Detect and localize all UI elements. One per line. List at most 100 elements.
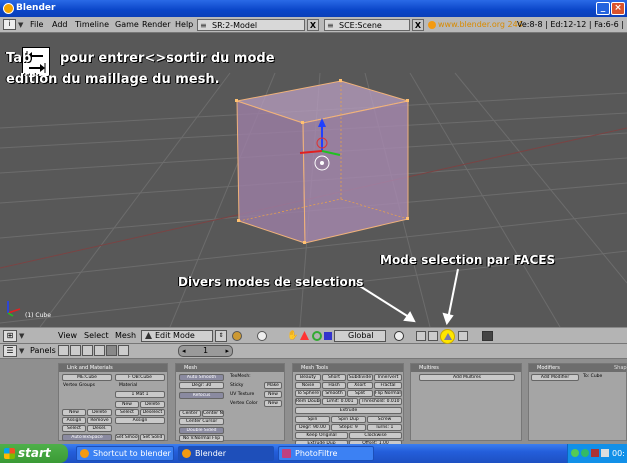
material-assign-button[interactable]: Assign (115, 417, 165, 424)
collapse-menu-icon[interactable]: ▼ (19, 344, 24, 358)
delete-scene-button[interactable]: X (412, 19, 424, 31)
auto-smooth-degr-field[interactable]: Degr: 30 (179, 382, 224, 389)
center-button[interactable]: Center (179, 410, 201, 417)
screw-button[interactable]: Screw (367, 416, 402, 423)
split-button[interactable]: Split (347, 390, 373, 397)
task-blender[interactable]: Blender (178, 446, 274, 461)
start-button[interactable]: start (0, 444, 68, 463)
short-toggle[interactable]: Short (322, 374, 346, 381)
clockwise-toggle[interactable]: Clockwise (349, 432, 402, 439)
set-smooth-button[interactable]: Set Smooth (115, 434, 139, 441)
hash-button[interactable]: Hash (322, 382, 346, 389)
auto-smooth-toggle[interactable]: Auto Smooth (179, 374, 224, 381)
menu-view[interactable]: View (58, 328, 77, 344)
spin-dup-button[interactable]: Spin Dup (331, 416, 366, 423)
add-modifier-button[interactable]: Add Modifier (531, 374, 579, 381)
keep-original-toggle[interactable]: Keep Original (295, 432, 348, 439)
tray-update-icon[interactable] (581, 449, 589, 457)
info-window-type-icon[interactable]: i (3, 19, 16, 30)
blender-version-link[interactable]: www.blender.org 244 (438, 17, 523, 32)
tray-network-icon[interactable] (571, 449, 579, 457)
mode-selector[interactable]: Edit Mode (141, 330, 213, 342)
menu-select[interactable]: Select (84, 328, 109, 344)
render-preview-icon[interactable] (482, 331, 493, 341)
vgroup-select-button[interactable]: Select (62, 425, 86, 432)
material-new-button[interactable]: New (115, 401, 139, 408)
pivot-icon[interactable] (257, 331, 267, 341)
menu-render[interactable]: Render (142, 17, 170, 32)
vertex-select-mode-icon[interactable] (416, 331, 426, 341)
scene-selector[interactable]: ≡ SCE:Scene (324, 19, 410, 31)
uv-texture-new-button[interactable]: New (264, 391, 282, 398)
draw-type-icon[interactable] (232, 331, 242, 341)
scene-context-icon[interactable] (118, 345, 129, 356)
sticky-make-button[interactable]: Make (264, 382, 282, 389)
vertex-color-new-button[interactable]: New (264, 400, 282, 407)
vgroup-assign-button[interactable]: Assign (62, 417, 86, 424)
beauty-toggle[interactable]: Beauty (295, 374, 321, 381)
turns-field[interactable]: Turns: 1 (367, 424, 402, 431)
delete-screen-button[interactable]: X (307, 19, 319, 31)
editing-context-icon[interactable] (106, 345, 117, 356)
center-new-button[interactable]: Center New (202, 410, 224, 417)
edge-select-mode-icon[interactable] (428, 331, 438, 341)
modifiers-tab[interactable]: Modifiers (537, 365, 560, 371)
manipulator-hand-icon[interactable]: ✋ (287, 331, 298, 341)
limit-field[interactable]: Limit: 0.001 (322, 398, 358, 405)
add-multires-button[interactable]: Add Multires (419, 374, 515, 381)
menu-mesh[interactable]: Mesh (115, 328, 136, 344)
vgroup-delete-button[interactable]: Delete (87, 409, 112, 416)
task-photofiltre[interactable]: PhotoFiltre (278, 446, 374, 461)
vgroup-remove-button[interactable]: Remove (87, 417, 112, 424)
refocus-button[interactable]: Refocus (179, 392, 224, 399)
panels-menu[interactable]: Panels (30, 344, 56, 358)
noise-button[interactable]: Noise (295, 382, 321, 389)
collapse-menu-icon[interactable]: ▼ (18, 17, 23, 32)
shapes-tab[interactable]: Shapes (614, 364, 627, 372)
material-deselect-button[interactable]: Deselect (140, 409, 165, 416)
rem-doubles-button[interactable]: Rem Doubles (295, 398, 321, 405)
tray-security-icon[interactable] (591, 449, 599, 457)
frame-counter[interactable]: ◂ 1 ▸ (178, 345, 233, 357)
proportional-edit-icon[interactable] (394, 331, 404, 341)
script-context-icon[interactable] (70, 345, 81, 356)
tray-volume-icon[interactable] (601, 449, 609, 457)
degr-field[interactable]: Degr: 90.00 (295, 424, 330, 431)
menu-file[interactable]: File (30, 17, 43, 32)
translate-manipulator-icon[interactable] (300, 331, 309, 340)
smooth-button[interactable]: Smooth (322, 390, 346, 397)
screen-selector[interactable]: ≡ SR:2-Model (197, 19, 305, 31)
material-index-field[interactable]: 1 Mat 1 (115, 391, 165, 398)
minimize-button[interactable]: _ (596, 2, 610, 15)
flip-normals-button[interactable]: Flip Normals (374, 390, 402, 397)
editor-type-icon[interactable]: ⊞ (3, 330, 17, 342)
autotexspace-toggle[interactable]: AutoTexSpace (62, 434, 112, 441)
orientation-selector[interactable]: Global (334, 330, 386, 342)
subdivide-button[interactable]: Subdivide (347, 374, 373, 381)
vgroup-desel-button[interactable]: Desel. (87, 425, 112, 432)
close-window-button[interactable]: × (611, 2, 625, 15)
3d-viewport[interactable]: Tab pour entrer<>sortir du mode edition … (0, 33, 627, 327)
extrude-button[interactable]: Extrude (295, 407, 402, 414)
menu-game[interactable]: Game (115, 17, 139, 32)
spin-button[interactable]: Spin (295, 416, 330, 423)
center-cursor-button[interactable]: Center Cursor (179, 418, 224, 425)
shading-context-icon[interactable] (82, 345, 93, 356)
face-select-mode-highlight[interactable] (440, 329, 455, 344)
logic-context-icon[interactable] (58, 345, 69, 356)
buttons-editor-type-icon[interactable]: ☰ (3, 345, 17, 357)
occlude-geometry-icon[interactable] (458, 331, 468, 341)
mode-dropdown-icon[interactable]: ⇕ (215, 330, 227, 342)
threshold-field[interactable]: Threshold: 0.010 (359, 398, 402, 405)
frame-prev-icon[interactable]: ◂ (182, 346, 186, 356)
innervert-button[interactable]: Innervert (374, 374, 402, 381)
material-delete-button[interactable]: Delete (140, 401, 165, 408)
no-vnormal-flip-toggle[interactable]: No V.Normal Flip (179, 435, 224, 442)
task-shortcut-blender[interactable]: Shortcut to blender (76, 446, 174, 461)
frame-next-icon[interactable]: ▸ (225, 346, 229, 356)
xsort-button[interactable]: Xsort (347, 382, 373, 389)
fractal-button[interactable]: Fractal (374, 382, 402, 389)
menu-help[interactable]: Help (175, 17, 193, 32)
steps-field[interactable]: Steps: 9 (331, 424, 366, 431)
collapse-menu-icon[interactable]: ▼ (19, 328, 24, 344)
